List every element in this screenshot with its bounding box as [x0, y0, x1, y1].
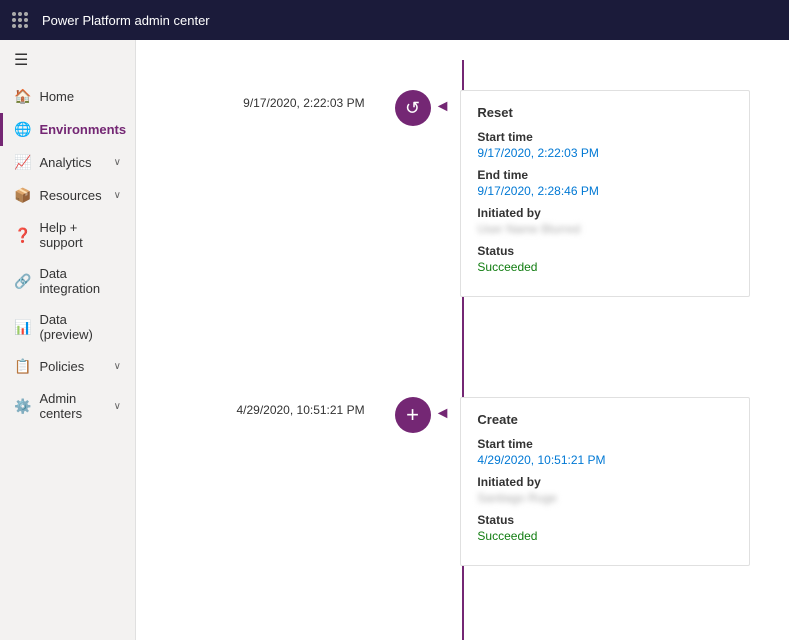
home-icon: 🏠	[14, 88, 31, 105]
sidebar-item-help-support[interactable]: ❓ Help + support	[0, 212, 135, 258]
admin-centers-icon: ⚙️	[14, 398, 31, 415]
reset-initiated-by-value: User Name Blurred	[477, 222, 733, 236]
reset-start-time-value: 9/17/2020, 2:22:03 PM	[477, 146, 733, 160]
sidebar-item-data-preview[interactable]: 📊 Data (preview)	[0, 304, 135, 350]
sidebar: ☰ 🏠 Home 🌐 Environments 📈 Analytics ∨ 📦 …	[0, 40, 136, 640]
sidebar-item-data-integration[interactable]: 🔗 Data integration	[0, 258, 135, 304]
sidebar-admin-centers-label: Admin centers	[39, 391, 105, 421]
reset-icon-wrapper: ↺	[395, 90, 431, 126]
sidebar-resources-label: Resources	[39, 188, 101, 203]
reset-end-time-value: 9/17/2020, 2:28:46 PM	[477, 184, 733, 198]
create-card: Create Start time 4/29/2020, 10:51:21 PM…	[460, 397, 750, 566]
sidebar-item-environments[interactable]: 🌐 Environments	[0, 113, 135, 146]
resources-chevron-icon: ∨	[114, 190, 121, 201]
main-content: 9/17/2020, 2:22:03 PM ↺ ◄ Reset Start ti…	[136, 40, 789, 640]
timeline-event-reset: 9/17/2020, 2:22:03 PM ↺ ◄ Reset Start ti…	[136, 60, 789, 317]
data-preview-icon: 📊	[14, 319, 31, 336]
reset-status-value: Succeeded	[477, 260, 733, 274]
create-initiated-by-field: Initiated by Santiago Ruge	[477, 475, 733, 505]
admin-centers-chevron-icon: ∨	[114, 401, 121, 412]
sidebar-data-preview-label: Data (preview)	[39, 312, 121, 342]
hamburger-menu-button[interactable]: ☰	[0, 40, 135, 80]
create-start-time-value: 4/29/2020, 10:51:21 PM	[477, 453, 733, 467]
sidebar-item-policies[interactable]: 📋 Policies ∨	[0, 350, 135, 383]
sidebar-analytics-label: Analytics	[39, 155, 91, 170]
timeline-spacer-1	[136, 317, 789, 377]
reset-icon: ↺	[395, 90, 431, 126]
help-icon: ❓	[14, 227, 31, 244]
policies-chevron-icon: ∨	[114, 361, 121, 372]
create-initiated-by-value: Santiago Ruge	[477, 491, 733, 505]
app-title: Power Platform admin center	[42, 13, 210, 28]
create-status-value: Succeeded	[477, 529, 733, 543]
sidebar-item-resources[interactable]: 📦 Resources ∨	[0, 179, 135, 212]
environments-icon: 🌐	[14, 121, 31, 138]
timeline-event-create: 4/29/2020, 10:51:21 PM + ◄ Create Start …	[136, 377, 789, 586]
app-launcher-icon[interactable]	[12, 12, 28, 28]
sidebar-item-analytics[interactable]: 📈 Analytics ∨	[0, 146, 135, 179]
analytics-icon: 📈	[14, 154, 31, 171]
reset-card-title: Reset	[477, 105, 733, 120]
reset-status-field: Status Succeeded	[477, 244, 733, 274]
analytics-chevron-icon: ∨	[114, 157, 121, 168]
reset-start-time-field: Start time 9/17/2020, 2:22:03 PM	[477, 130, 733, 160]
sidebar-help-label: Help + support	[39, 220, 121, 250]
create-icon-wrapper: +	[395, 397, 431, 433]
policies-icon: 📋	[14, 358, 31, 375]
sidebar-item-admin-centers[interactable]: ⚙️ Admin centers ∨	[0, 383, 135, 429]
sidebar-item-home[interactable]: 🏠 Home	[0, 80, 135, 113]
create-card-title: Create	[477, 412, 733, 427]
reset-arrow-icon: ◄	[435, 90, 451, 116]
create-status-field: Status Succeeded	[477, 513, 733, 543]
create-start-time-field: Start time 4/29/2020, 10:51:21 PM	[477, 437, 733, 467]
sidebar-environments-label: Environments	[39, 122, 126, 137]
topbar: Power Platform admin center	[0, 0, 789, 40]
create-datetime: 4/29/2020, 10:51:21 PM	[175, 397, 395, 417]
timeline-spacer-2	[136, 586, 789, 640]
reset-end-time-field: End time 9/17/2020, 2:28:46 PM	[477, 168, 733, 198]
sidebar-policies-label: Policies	[39, 359, 84, 374]
data-integration-icon: 🔗	[14, 273, 31, 290]
create-icon: +	[395, 397, 431, 433]
sidebar-home-label: Home	[39, 89, 74, 104]
sidebar-data-integration-label: Data integration	[39, 266, 121, 296]
reset-card: Reset Start time 9/17/2020, 2:22:03 PM E…	[460, 90, 750, 297]
create-arrow-icon: ◄	[435, 397, 451, 423]
resources-icon: 📦	[14, 187, 31, 204]
reset-datetime: 9/17/2020, 2:22:03 PM	[175, 90, 395, 110]
reset-initiated-by-field: Initiated by User Name Blurred	[477, 206, 733, 236]
timeline: 9/17/2020, 2:22:03 PM ↺ ◄ Reset Start ti…	[136, 60, 789, 640]
